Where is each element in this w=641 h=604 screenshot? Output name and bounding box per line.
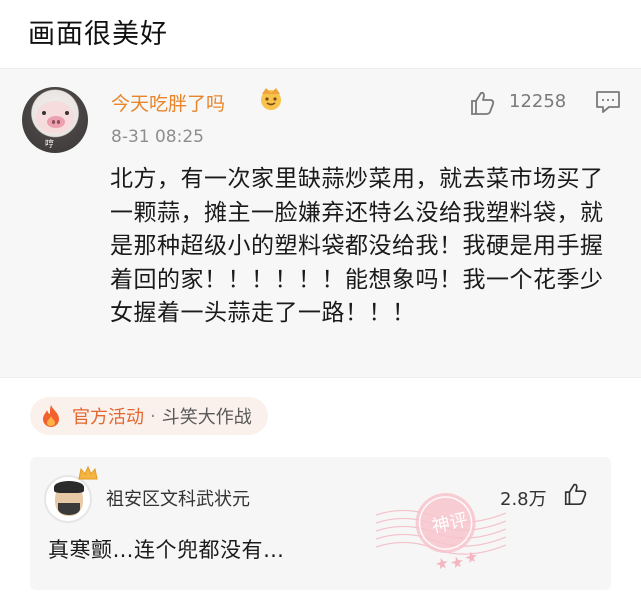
avatar-tag: 哼 [45,140,55,150]
hot-comment-text: 真寒颤…连个兜都没有… [48,538,285,562]
user-avatar[interactable]: 哼 [22,87,88,153]
post-username[interactable]: 今天吃胖了吗 [111,89,225,116]
thumbs-up-icon[interactable] [468,89,496,117]
fire-icon [43,405,59,427]
event-separator: · [150,405,156,427]
shenping-stamp-icon: 神评 [376,493,506,570]
crown-emoji-icon [261,88,281,110]
comment-icon[interactable] [594,89,622,115]
crown-icon [78,465,98,480]
headline: 画面很美好 [28,19,168,50]
event-label: 官方活动 [72,407,144,428]
hot-comment-card[interactable]: 神评 祖安区文科武状元 2.8万 真寒颤…连个兜都没有… [30,457,611,590]
hot-comment-username[interactable]: 祖安区文科武状元 [106,485,250,511]
post-text: 北方，有一次家里缺蒜炒菜用，就去菜市场买了一颗蒜，摊主一脸嫌弃还特么没给我塑料袋… [110,166,604,326]
event-chip[interactable]: 官方活动 · 斗笑大作战 [30,397,268,435]
hot-comment-avatar[interactable] [44,475,92,523]
hot-comment-like-count: 2.8万 [500,489,547,510]
post-card[interactable]: 哼 今天吃胖了吗 8-31 08:25 12258 北方，有一次家里缺蒜炒菜用，… [0,68,641,378]
thumbs-up-icon[interactable] [562,481,588,507]
post-timestamp: 8-31 08:25 [111,127,204,147]
post-like-count: 12258 [509,91,567,112]
event-name: 斗笑大作战 [161,407,252,428]
